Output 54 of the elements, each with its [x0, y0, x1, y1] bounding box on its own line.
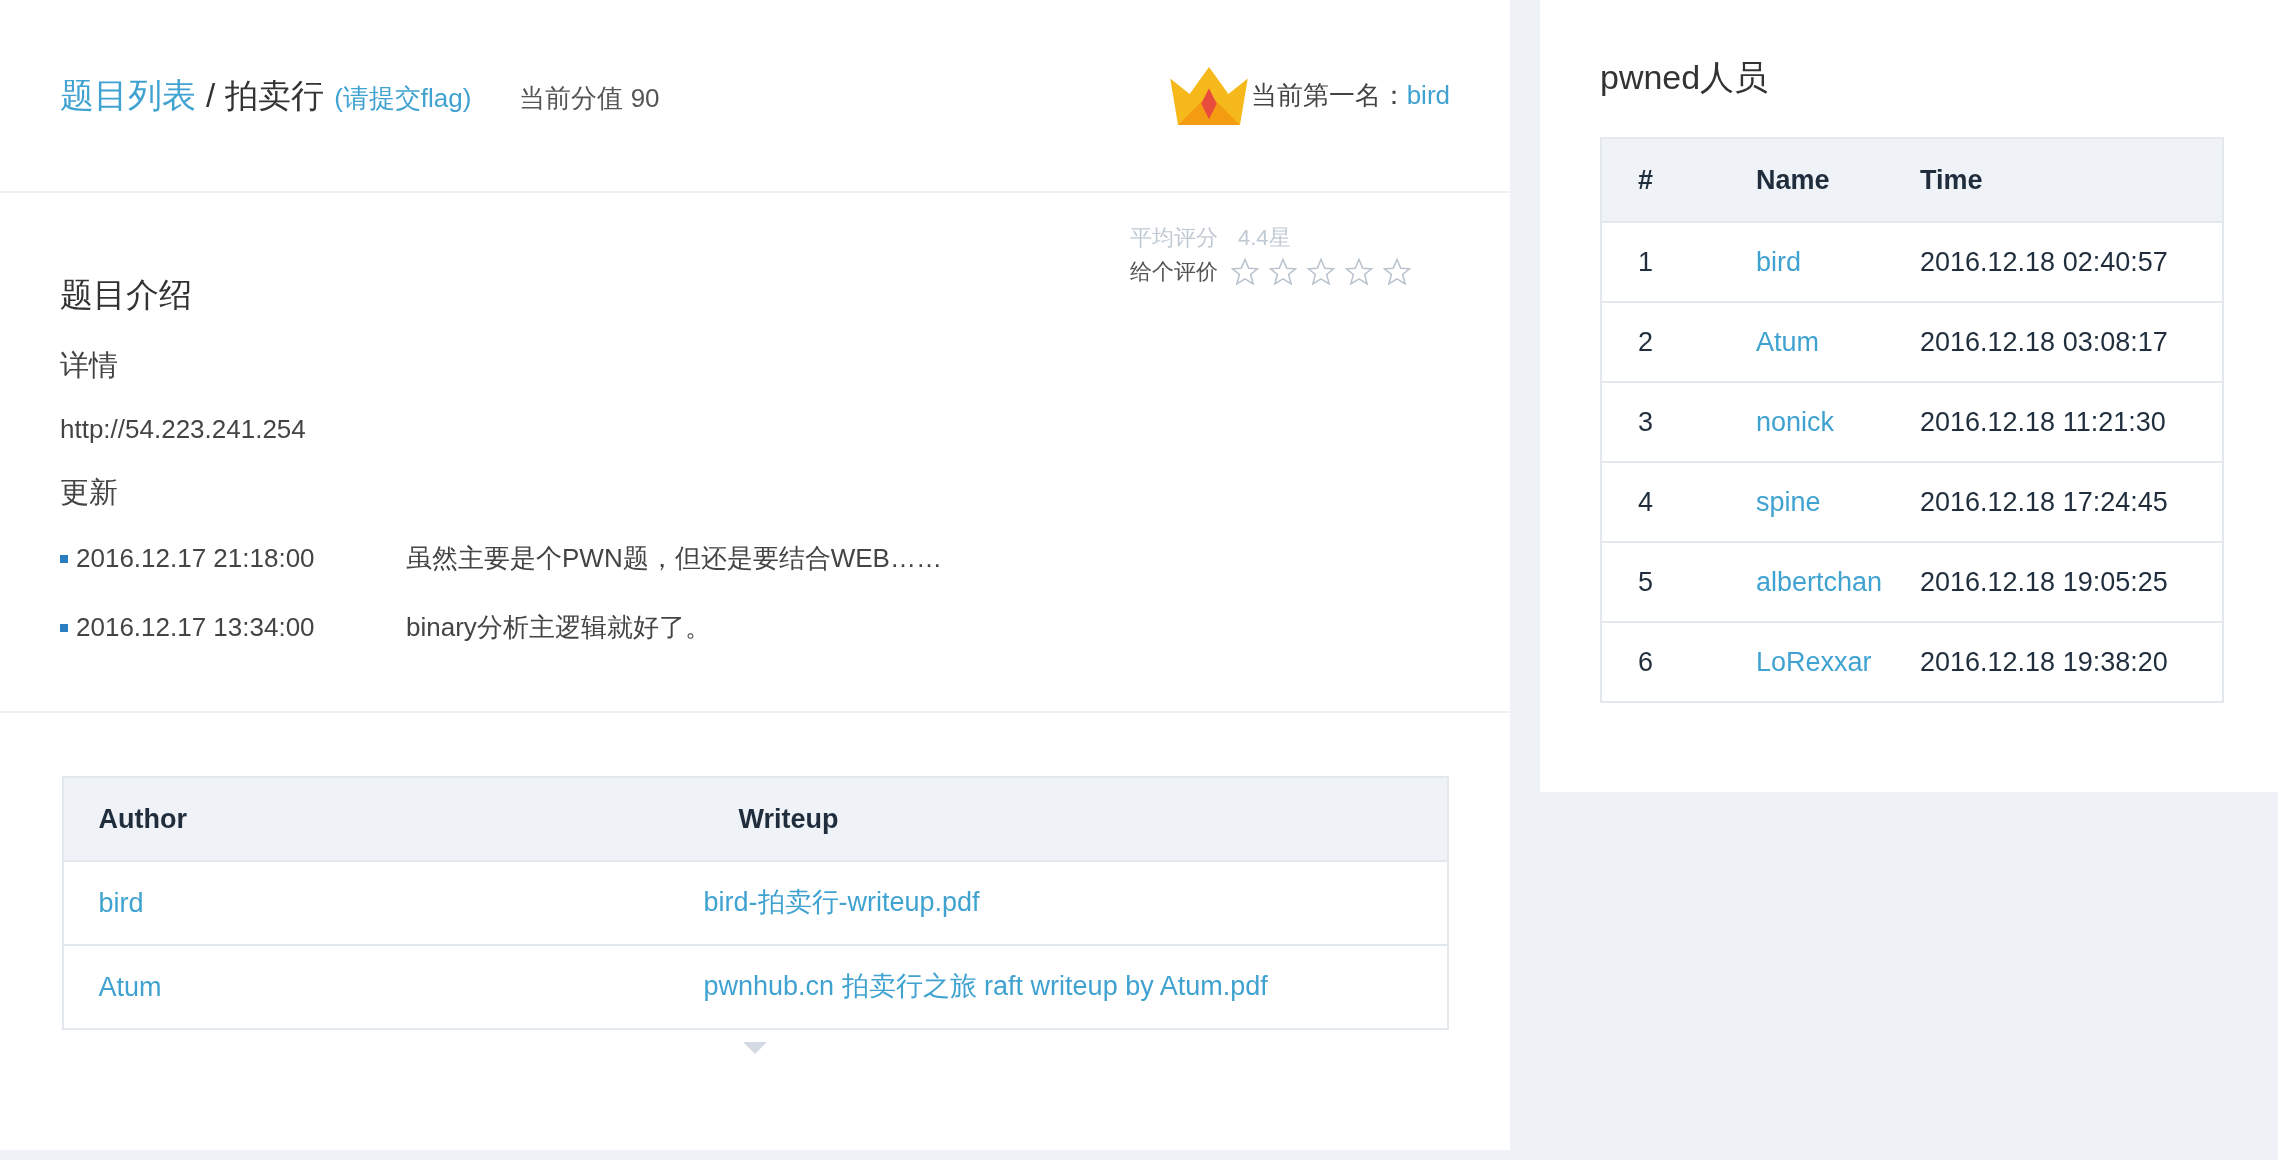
submit-flag-link[interactable]: (请提交flag): [334, 80, 472, 116]
panel-title: pwned人员: [1600, 57, 1770, 98]
writeup-link[interactable]: pwnhub.cn 拍卖行之旅 raft writeup by Atum.pdf: [703, 962, 1304, 1012]
average-rating-label: 平均评分: [1130, 224, 1218, 252]
user-link[interactable]: Atum: [1756, 326, 1920, 358]
user-link[interactable]: nonick: [1756, 406, 1920, 438]
author-link[interactable]: bird: [63, 887, 704, 919]
rank-cell-text: 4: [1637, 486, 1655, 518]
challenge-title: 拍卖行: [225, 75, 325, 116]
update-time: 2016.12.17 13:34:00: [76, 612, 316, 643]
user-link[interactable]: bird: [1756, 246, 1920, 278]
time-cell-text: 2016.12.18 19:38:20: [1920, 646, 2169, 678]
user-link[interactable]: LoRexxar: [1756, 646, 1920, 678]
writeup-link[interactable]: bird-拍卖行-writeup.pdf: [703, 878, 1304, 928]
column-header: Name: [1756, 164, 1831, 196]
breadcrumb-link[interactable]: 题目列表: [60, 72, 196, 119]
details-text: http://54.223.241.254: [60, 414, 307, 445]
star-icon[interactable]: [1306, 257, 1336, 287]
star-icon[interactable]: [1268, 257, 1298, 287]
rank-cell-text: 6: [1637, 646, 1655, 678]
user-link[interactable]: albertchan: [1756, 566, 1920, 598]
star-icon[interactable]: [1230, 257, 1260, 287]
time-cell-text: 2016.12.18 03:08:17: [1920, 326, 2169, 358]
update-time: 2016.12.17 21:18:00: [76, 543, 316, 574]
rank-cell-text: 5: [1637, 566, 1655, 598]
score-text: 当前分值 90: [519, 81, 660, 115]
time-cell-text: 2016.12.18 11:21:30: [1920, 406, 2167, 438]
average-rating-value: 4.4星: [1238, 224, 1291, 252]
rank-cell-text: 2: [1637, 326, 1655, 358]
column-header: #: [1637, 164, 1655, 196]
star-icon[interactable]: [1382, 257, 1412, 287]
column-header: Writeup: [737, 803, 840, 835]
caret-icon[interactable]: [743, 1042, 767, 1054]
details-heading: 详情: [60, 348, 119, 383]
leader-label: 当前第一名：: [1250, 79, 1407, 112]
time-cell-text: 2016.12.18 02:40:57: [1920, 246, 2169, 278]
leader-name-link[interactable]: bird: [1406, 80, 1450, 111]
rank-cell-text: 3: [1637, 406, 1655, 438]
update-text: 虽然主要是个PWN题，但还是要结合WEB……: [406, 542, 942, 575]
updates-heading: 更新: [60, 475, 119, 510]
bullet-icon: [60, 623, 68, 632]
breadcrumb-separator: /: [206, 76, 216, 115]
star-icon[interactable]: [1344, 257, 1374, 287]
time-cell-text: 2016.12.18 19:05:25: [1920, 566, 2169, 598]
rate-label: 给个评价: [1130, 258, 1218, 286]
bullet-icon: [60, 554, 68, 563]
column-header: Author: [97, 803, 188, 835]
time-cell-text: 2016.12.18 17:24:45: [1920, 486, 2169, 518]
section-heading: 题目介绍: [60, 275, 192, 315]
author-link[interactable]: Atum: [63, 971, 704, 1003]
user-link[interactable]: spine: [1756, 486, 1920, 518]
update-text: binary分析主逻辑就好了。: [406, 611, 711, 644]
column-header: Time: [1920, 164, 1984, 196]
rank-cell-text: 1: [1637, 246, 1655, 278]
